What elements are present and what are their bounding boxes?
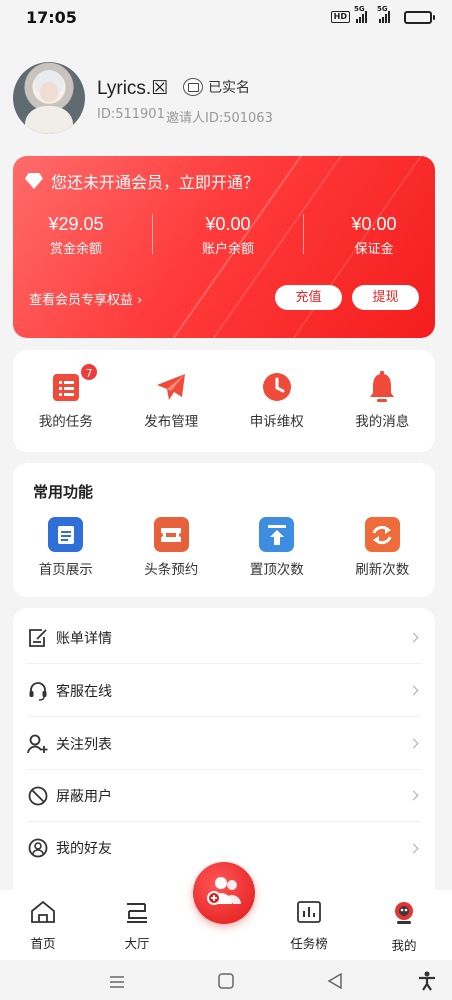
status-time: 17:05: [26, 7, 77, 27]
quick-actions-card: 7 我的任务 发布管理 申诉维权 我的消息: [13, 350, 435, 452]
user-add-icon: [27, 733, 49, 755]
diamond-icon: [25, 173, 43, 189]
paper-plane-icon: [154, 370, 188, 404]
stat-bounty-balance[interactable]: ¥29.05 赏金余额: [16, 214, 136, 257]
clock-icon: [260, 370, 294, 404]
group-add-icon: [204, 874, 244, 912]
avatar[interactable]: [13, 62, 85, 134]
chevron-right-icon: [408, 632, 419, 643]
signal-icon: 5G: [354, 5, 367, 23]
bell-icon: [365, 370, 399, 404]
stat-divider: [152, 214, 153, 254]
headset-icon: [27, 680, 49, 702]
common-functions-card: 常用功能 首页展示 头条预约 置顶次数 刷新次数: [13, 463, 435, 597]
chevron-right-icon: [408, 790, 419, 801]
tab-ranking[interactable]: 任务榜: [274, 900, 344, 952]
hall-icon: [124, 900, 150, 928]
chevron-right-icon: [408, 685, 419, 696]
vip-card[interactable]: 您还未开通会员，立即开通？ ¥29.05 赏金余额 ¥0.00 账户余额 ¥0.…: [13, 156, 435, 338]
profile-header: Lyrics.☒ 已实名 ID:511901 邀请人ID:501063: [13, 62, 433, 134]
home-square-icon[interactable]: [218, 973, 234, 993]
id-card-icon: [183, 78, 203, 96]
quick-action-publish[interactable]: 发布管理: [119, 370, 225, 430]
menu-item-blocked-users[interactable]: 屏蔽用户: [27, 770, 421, 822]
task-count-badge: 7: [79, 362, 99, 382]
pin-top-icon: [259, 517, 295, 552]
tab-hall[interactable]: 大厅: [102, 900, 172, 952]
withdraw-button[interactable]: 提现: [352, 285, 419, 310]
friend-icon: [27, 837, 49, 859]
recharge-button[interactable]: 充值: [275, 285, 342, 310]
tab-home[interactable]: 首页: [8, 900, 78, 952]
vip-title-row[interactable]: 您还未开通会员，立即开通？: [25, 169, 259, 193]
chevron-right-icon: [408, 738, 419, 749]
vip-benefits-link[interactable]: 查看会员专享权益 ›: [29, 289, 142, 308]
home-icon: [30, 900, 56, 928]
back-triangle-icon[interactable]: [327, 972, 343, 993]
center-group-button[interactable]: [193, 862, 255, 924]
stat-account-balance[interactable]: ¥0.00 账户余额: [168, 214, 288, 257]
verified-label: 已实名: [208, 80, 250, 96]
ranking-icon: [296, 900, 322, 928]
chevron-right-icon: [408, 843, 419, 853]
ticket-icon: [153, 517, 189, 552]
quick-action-my-tasks[interactable]: 7 我的任务: [13, 362, 119, 430]
menu-lines-icon[interactable]: [109, 974, 125, 993]
section-title: 常用功能: [33, 483, 94, 501]
bill-edit-icon: [27, 627, 49, 649]
vip-title: 您还未开通会员，立即开通？: [51, 173, 260, 192]
signal-icon: 5G: [377, 5, 390, 23]
quick-action-appeal[interactable]: 申诉维权: [224, 370, 330, 430]
verified-badge: 已实名: [183, 77, 250, 97]
status-bar: 17:05 HD 5G 5G: [0, 0, 452, 34]
function-headline-booking[interactable]: 头条预约: [119, 517, 225, 578]
user-name: Lyrics.☒: [97, 78, 169, 99]
stat-deposit[interactable]: ¥0.00 保证金: [314, 214, 434, 257]
battery-icon: [404, 10, 435, 24]
function-home-display[interactable]: 首页展示: [13, 517, 119, 578]
function-pin-count[interactable]: 置顶次数: [224, 517, 330, 578]
profile-icon: [391, 900, 417, 930]
inviter-id: 邀请人ID:501063: [166, 111, 273, 126]
user-id: ID:511901: [97, 107, 165, 122]
accessibility-icon[interactable]: [418, 971, 436, 995]
tab-mine[interactable]: 我的: [369, 900, 439, 954]
menu-item-follow-list[interactable]: 关注列表: [27, 718, 421, 770]
hd-icon: HD: [330, 11, 350, 23]
block-icon: [27, 785, 49, 807]
refresh-icon: [364, 517, 400, 552]
stat-divider: [303, 214, 304, 254]
document-icon: [48, 517, 84, 552]
function-refresh-count[interactable]: 刷新次数: [330, 517, 436, 578]
system-nav-bar: [0, 960, 452, 1000]
menu-item-bill-details[interactable]: 账单详情: [27, 612, 421, 664]
quick-action-messages[interactable]: 我的消息: [330, 370, 436, 430]
status-icons: HD 5G 5G: [330, 5, 435, 24]
menu-item-customer-service[interactable]: 客服在线: [27, 665, 421, 717]
menu-list-card: 账单详情 客服在线 关注列表 屏蔽用户 我的好友: [13, 608, 435, 898]
task-list-icon: [49, 370, 83, 404]
